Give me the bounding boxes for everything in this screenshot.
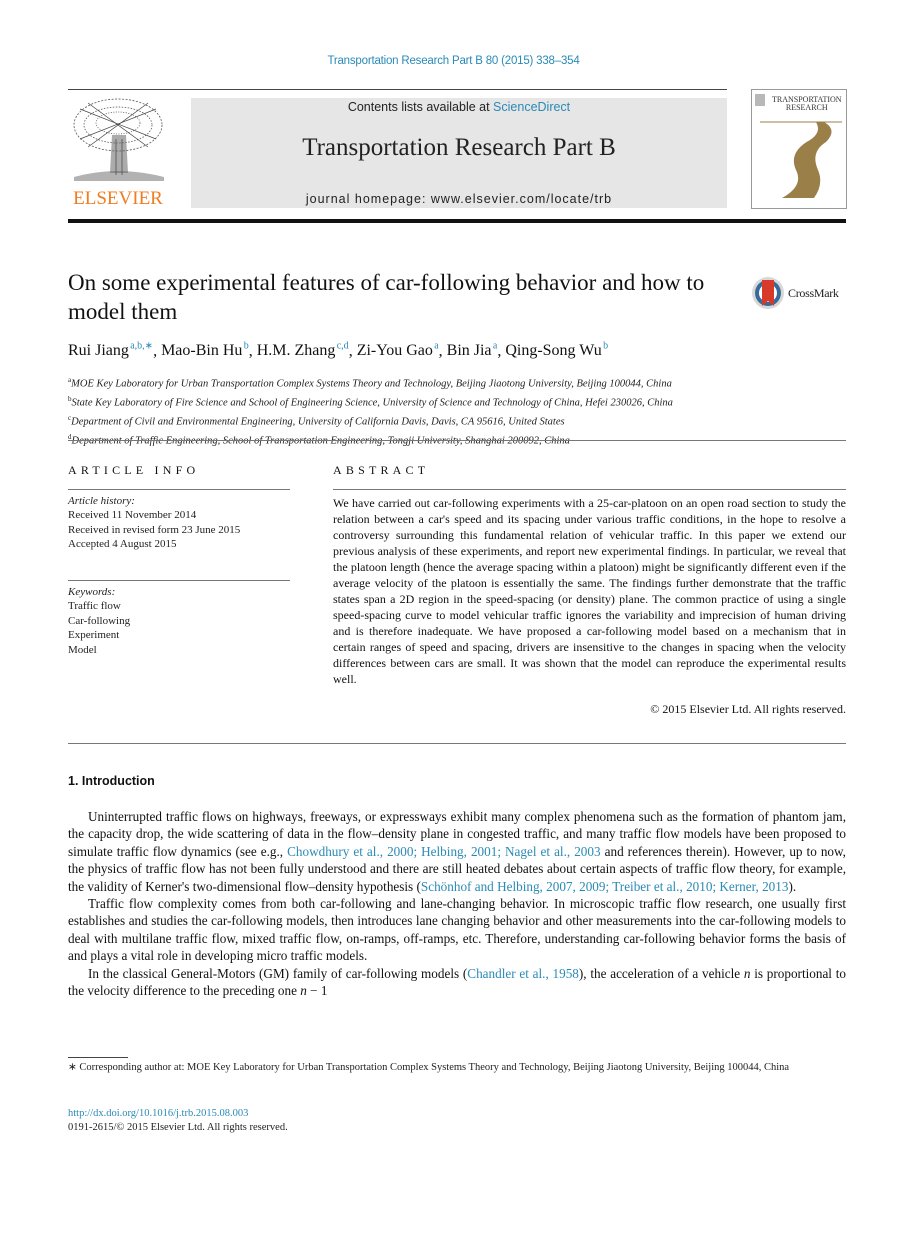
citation-link[interactable]: Chandler et al., 1958 <box>467 966 579 981</box>
math-variable: n <box>300 983 307 999</box>
history-label: Article history: <box>68 495 135 507</box>
elsevier-logo: ELSEVIER <box>68 95 168 210</box>
abstract-rule <box>333 489 846 490</box>
journal-masthead: Contents lists available at ScienceDirec… <box>191 98 727 208</box>
author[interactable]: Qing-Song Wu b <box>505 341 608 359</box>
crossmark-button[interactable]: CrossMark <box>751 276 846 310</box>
header-rule <box>68 89 727 90</box>
doi-link[interactable]: http://dx.doi.org/10.1016/j.trb.2015.08.… <box>68 1108 248 1119</box>
header-thick-rule <box>68 219 846 223</box>
keyword: Experiment <box>68 629 120 642</box>
keyword: Model <box>68 643 97 656</box>
author-affiliation-marks[interactable]: a,b,∗ <box>130 341 153 352</box>
paragraph: Uninterrupted traffic flows on highways,… <box>68 809 846 894</box>
keywords-label: Keywords: <box>68 586 116 598</box>
elsevier-tree-icon <box>73 98 164 181</box>
abstract-copyright: © 2015 Elsevier Ltd. All rights reserved… <box>650 702 846 716</box>
abstract-heading: ABSTRACT <box>333 463 430 477</box>
citation-link[interactable]: Chowdhury et al., 2000; Helbing, 2001; N… <box>287 844 601 859</box>
contents-line: Contents lists available at ScienceDirec… <box>191 100 727 114</box>
section-heading-introduction: 1. Introduction <box>68 774 155 788</box>
cover-road-illustration <box>755 94 842 198</box>
contents-prefix: Contents lists available at <box>347 100 494 114</box>
article-info-heading: ARTICLE INFO <box>68 463 200 477</box>
crossmark-icon <box>752 277 784 309</box>
crossmark-label: CrossMark <box>788 286 839 300</box>
sciencedirect-link[interactable]: ScienceDirect <box>493 100 570 114</box>
author[interactable]: Rui Jiang a,b,∗ <box>68 341 153 359</box>
author[interactable]: H.M. Zhang c,d <box>257 341 349 359</box>
journal-reference-text[interactable]: Transportation Research Part B 80 (2015)… <box>327 55 579 67</box>
affiliation-list: aMOE Key Laboratory for Urban Transporta… <box>68 373 673 449</box>
author-list: Rui Jiang a,b,∗, Mao-Bin Hu b, H.M. Zhan… <box>68 341 609 360</box>
author-affiliation-marks[interactable]: c,d <box>337 341 349 352</box>
keywords: Keywords: Traffic flow Car-following Exp… <box>68 585 130 657</box>
keywords-rule <box>68 580 290 581</box>
affiliation: cDepartment of Civil and Environmental E… <box>68 413 565 428</box>
citation-link[interactable]: Schönhof and Helbing, 2007, 2009; Treibe… <box>421 879 789 894</box>
author[interactable]: Zi-You Gao a <box>357 341 439 359</box>
issn-copyright: 0191-2615/© 2015 Elsevier Ltd. All right… <box>68 1122 288 1133</box>
footnote-rule <box>68 1057 128 1058</box>
abstract-text: We have carried out car-following experi… <box>333 496 846 686</box>
journal-reference-link[interactable]: Transportation Research Part B 80 (2015)… <box>0 55 907 67</box>
history-revised: Received in revised form 23 June 2015 <box>68 523 241 536</box>
elsevier-wordmark: ELSEVIER <box>73 188 163 209</box>
article-info-rule <box>68 489 290 490</box>
corresponding-author-footnote: ∗ Corresponding author at: MOE Key Labor… <box>68 1062 790 1073</box>
history-received: Received 11 November 2014 <box>68 509 197 522</box>
paragraph: Traffic flow complexity comes from both … <box>68 896 846 964</box>
paragraph: In the classical General-Motors (GM) fam… <box>68 965 846 999</box>
history-accepted: Accepted 4 August 2015 <box>68 538 177 551</box>
abstract-bottom-rule <box>68 743 846 744</box>
introduction-body: Uninterrupted traffic flows on highways,… <box>68 808 846 999</box>
affiliations-rule <box>68 440 846 441</box>
author[interactable]: Mao-Bin Hu b <box>161 341 249 359</box>
article-title: On some experimental features of car-fol… <box>68 270 705 324</box>
author-affiliation-marks[interactable]: b <box>603 341 608 352</box>
keyword: Car-following <box>68 614 131 627</box>
affiliation: bState Key Laboratory of Fire Science an… <box>68 394 673 409</box>
journal-title: Transportation Research Part B <box>302 134 616 161</box>
affiliation: aMOE Key Laboratory for Urban Transporta… <box>68 376 672 390</box>
keyword: Traffic flow <box>68 600 121 613</box>
author[interactable]: Bin Jia a <box>447 341 498 359</box>
article-history: Article history: Received 11 November 20… <box>68 494 240 552</box>
journal-homepage-link[interactable]: journal homepage: www.elsevier.com/locat… <box>191 192 727 206</box>
journal-cover-thumbnail[interactable]: TRANSPORTATION RESEARCH <box>751 89 847 209</box>
